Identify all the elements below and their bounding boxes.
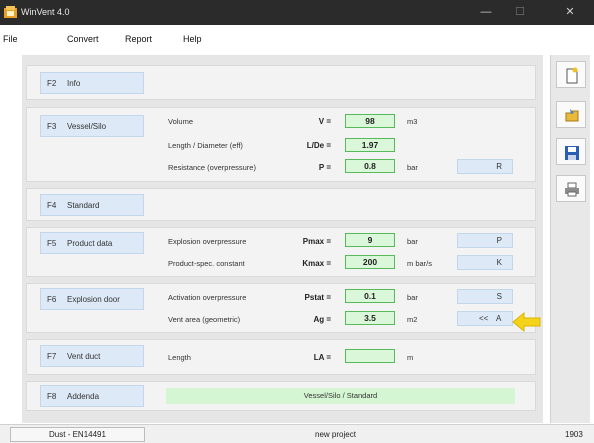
menu-file[interactable]: File xyxy=(3,34,18,44)
f2-label: Info xyxy=(67,79,81,88)
status-project: new project xyxy=(315,430,356,439)
volume-label: Volume xyxy=(168,117,194,126)
kmax-field[interactable]: 200 xyxy=(345,255,395,269)
kmax-symbol: Kmax = xyxy=(302,259,331,268)
ag-button-prefix: << xyxy=(479,314,489,323)
resistance-unit: bar xyxy=(407,163,418,172)
ag-button[interactable]: << A xyxy=(457,311,513,326)
f4-label: Standard xyxy=(67,201,100,210)
f5-label: Product data xyxy=(67,239,113,248)
volume-field[interactable]: 98 xyxy=(345,114,395,128)
ag-button-label: A xyxy=(496,314,502,323)
right-toolbar xyxy=(550,55,590,423)
print-button[interactable] xyxy=(556,175,586,202)
ag-label: Vent area (geometric) xyxy=(168,315,241,324)
menu-report[interactable]: Report xyxy=(125,34,152,44)
la-label: Length xyxy=(168,353,191,362)
kmax-label: Product-spec. constant xyxy=(168,259,245,268)
f6-key: F6 xyxy=(47,295,57,304)
f4-standard-button[interactable]: F4 Standard xyxy=(40,194,144,216)
pmax-symbol: Pmax = xyxy=(302,237,331,246)
f2-info-button[interactable]: F2 Info xyxy=(40,72,144,94)
open-button[interactable] xyxy=(556,101,586,128)
menu-help[interactable]: Help xyxy=(183,34,202,44)
f6-door-button[interactable]: F6 Explosion door xyxy=(40,288,144,310)
status-bar: Dust - EN14491 new project 1903 xyxy=(0,424,594,443)
pstat-symbol: Pstat = xyxy=(304,293,331,302)
ag-symbol: Ag = xyxy=(313,315,331,324)
pstat-label: Activation overpressure xyxy=(168,293,247,302)
new-button[interactable] xyxy=(556,61,586,88)
ld-field[interactable]: 1.97 xyxy=(345,138,395,152)
f7-key: F7 xyxy=(47,352,57,361)
addenda-summary: Vessel/Silo / Standard xyxy=(166,388,515,404)
f8-addenda-button[interactable]: F8 Addenda xyxy=(40,385,144,407)
minimize-button[interactable]: — xyxy=(472,4,500,20)
status-code: 1903 xyxy=(565,430,583,439)
la-symbol: LA = xyxy=(313,353,331,362)
pmax-label: Explosion overpressure xyxy=(168,237,247,246)
new-document-icon xyxy=(566,67,578,84)
pmax-button[interactable]: P xyxy=(457,233,513,248)
f3-vessel-button[interactable]: F3 Vessel/Silo xyxy=(40,115,144,137)
pointer-arrow-icon xyxy=(512,312,541,332)
resistance-label: Resistance (overpressure) xyxy=(168,163,256,172)
f3-key: F3 xyxy=(47,122,57,131)
kmax-unit: m bar/s xyxy=(407,259,433,268)
pmax-field[interactable]: 9 xyxy=(345,233,395,247)
ld-symbol: L/De = xyxy=(306,141,331,150)
save-icon xyxy=(565,146,579,160)
f8-key: F8 xyxy=(47,392,57,401)
menu-convert[interactable]: Convert xyxy=(67,34,99,44)
ag-field[interactable]: 3.5 xyxy=(345,311,395,325)
f8-label: Addenda xyxy=(67,392,100,401)
volume-symbol: V = xyxy=(318,117,331,126)
f5-key: F5 xyxy=(47,239,57,248)
menu-bar: File Convert Report Help xyxy=(0,25,594,53)
maximize-button[interactable]: ☐ xyxy=(506,4,534,20)
resistance-button[interactable]: R xyxy=(457,159,513,174)
pstat-button[interactable]: S xyxy=(457,289,513,304)
print-icon xyxy=(565,182,579,197)
pstat-field[interactable]: 0.1 xyxy=(345,289,395,303)
f4-key: F4 xyxy=(47,201,57,210)
resistance-field[interactable]: 0.8 xyxy=(345,159,395,173)
ld-label: Length / Diameter (eff) xyxy=(168,141,243,150)
window-title: WinVent 4.0 xyxy=(21,7,70,17)
f7-label: Vent duct xyxy=(67,352,101,361)
save-button[interactable] xyxy=(556,138,586,165)
volume-unit: m3 xyxy=(407,117,418,126)
f7-duct-button[interactable]: F7 Vent duct xyxy=(40,345,144,367)
pmax-unit: bar xyxy=(407,237,418,246)
status-standard: Dust - EN14491 xyxy=(10,427,145,442)
f3-label: Vessel/Silo xyxy=(67,122,107,131)
app-icon xyxy=(4,6,17,18)
resistance-symbol: P = xyxy=(318,163,331,172)
f6-label: Explosion door xyxy=(67,295,120,304)
ag-unit: m2 xyxy=(407,315,418,324)
f5-product-button[interactable]: F5 Product data xyxy=(40,232,144,254)
f2-key: F2 xyxy=(47,79,57,88)
la-field[interactable] xyxy=(345,349,395,363)
title-bar: WinVent 4.0 — ☐ ✕ xyxy=(0,0,594,25)
open-folder-icon xyxy=(565,109,579,122)
pstat-unit: bar xyxy=(407,293,418,302)
la-unit: m xyxy=(407,353,414,362)
kmax-button[interactable]: K xyxy=(457,255,513,270)
close-button[interactable]: ✕ xyxy=(556,4,584,20)
